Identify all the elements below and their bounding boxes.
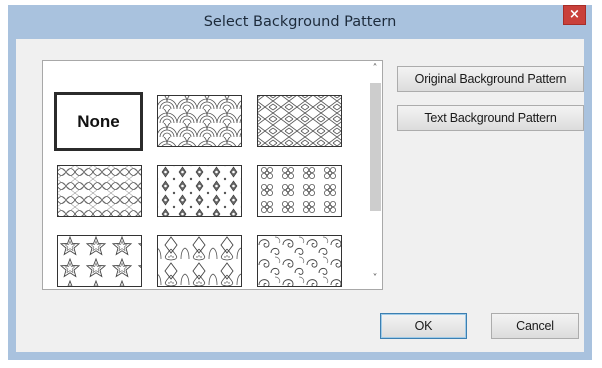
card-suits-pattern-icon [157, 235, 242, 287]
pattern-tile-wave-lattice[interactable] [57, 165, 142, 217]
original-background-pattern-button[interactable]: Original Background Pattern [397, 66, 584, 92]
floral-diamond-pattern-icon [157, 165, 242, 217]
scroll-up-arrow-icon[interactable]: ˄ [367, 63, 383, 77]
ok-button[interactable]: OK [380, 313, 467, 339]
pattern-tile-diamond-lattice[interactable] [257, 95, 342, 147]
stars-pattern-icon [57, 235, 142, 287]
title-bar[interactable]: Select Background Pattern × [8, 5, 592, 38]
pattern-tile-swirl[interactable] [257, 235, 342, 287]
pattern-none-label: None [77, 111, 120, 131]
pattern-tile-card-suits[interactable] [157, 235, 242, 287]
pattern-tile-fish-scale[interactable] [157, 95, 242, 147]
swirl-pattern-icon [257, 235, 342, 287]
fish-scale-pattern-icon [157, 95, 242, 147]
wave-lattice-pattern-icon [57, 165, 142, 217]
dialog-window: Select Background Pattern × None ˄ ˅ Ori… [8, 5, 592, 360]
pattern-list-scrollbar[interactable]: ˄ ˅ [367, 61, 383, 291]
pattern-tile-none[interactable]: None [54, 92, 143, 151]
pattern-tile-floral-diamond[interactable] [157, 165, 242, 217]
pattern-tile-knot-motif[interactable] [257, 165, 342, 217]
diamond-lattice-pattern-icon [257, 95, 342, 147]
text-background-pattern-button[interactable]: Text Background Pattern [397, 105, 584, 131]
dialog-body: None ˄ ˅ Original Background Pattern Tex… [16, 39, 584, 352]
scroll-thumb[interactable] [370, 83, 381, 211]
dialog-title: Select Background Pattern [203, 14, 397, 30]
cancel-button[interactable]: Cancel [491, 313, 579, 339]
close-button[interactable]: × [563, 5, 586, 25]
scroll-down-arrow-icon[interactable]: ˅ [367, 273, 383, 287]
knot-motif-pattern-icon [257, 165, 342, 217]
pattern-list[interactable]: None ˄ ˅ [42, 60, 383, 290]
pattern-tile-stars[interactable] [57, 235, 142, 287]
